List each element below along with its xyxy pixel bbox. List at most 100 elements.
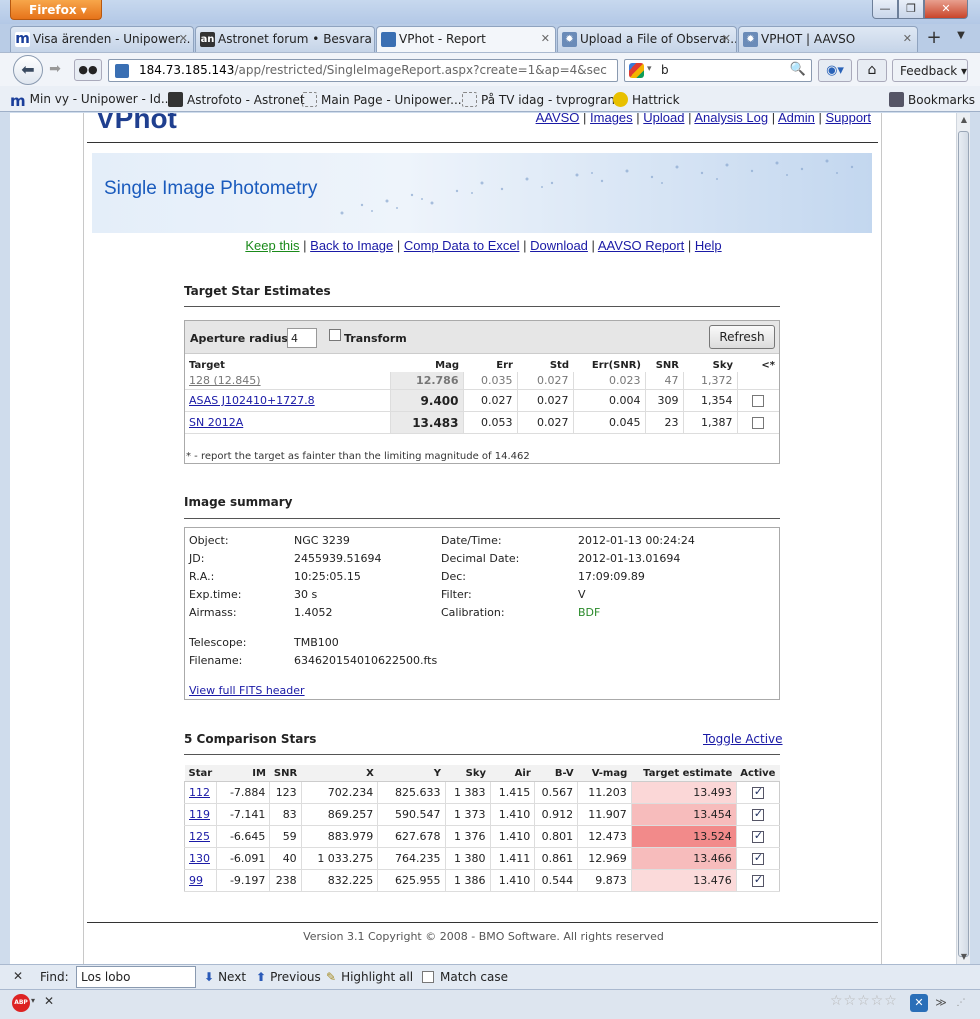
refresh-button[interactable]: Refresh (709, 325, 775, 349)
help-link[interactable]: Help (695, 238, 722, 253)
b-v-value: 0.567 (534, 781, 579, 804)
google-icon[interactable] (629, 63, 644, 78)
navigation-toolbar: ⬅ ➡ ●● 184.73.185.143/app/restricted/Sin… (0, 52, 980, 86)
search-input[interactable]: ▾ b 🔍 (624, 59, 812, 82)
tab-upload-observations[interactable]: ✹ Upload a File of Observa... ✕ (557, 26, 737, 52)
transform-checkbox[interactable] (329, 329, 341, 341)
scroll-up-arrow-icon[interactable]: ▲ (957, 113, 971, 127)
close-tab-icon[interactable]: ✕ (722, 32, 731, 45)
comp-star-link[interactable]: 112 (189, 786, 210, 799)
addon-button[interactable]: ◉▾ (818, 59, 852, 82)
view-fits-header-link[interactable]: View full FITS header (189, 684, 305, 697)
nav-upload[interactable]: Upload (643, 113, 684, 125)
table-header-row: Target Mag Err Std Err(SNR) SNR Sky <* (185, 357, 779, 372)
page-icon (462, 92, 477, 107)
rating-stars-icon[interactable]: ☆☆☆☆☆ (830, 993, 898, 1009)
target-link[interactable]: ASAS J102410+1727.8 (189, 394, 315, 407)
highlight-all-button[interactable]: ✎ Highlight all (326, 970, 413, 984)
back-button[interactable]: ⬅ (13, 55, 43, 85)
firefox-menu-button[interactable]: Firefox ▾ (10, 0, 102, 20)
close-findbar-icon[interactable]: ✕ (13, 969, 23, 983)
scroll-down-arrow-icon[interactable]: ▼ (957, 950, 971, 964)
aperture-radius-input[interactable]: 4 (287, 328, 317, 348)
url-bar[interactable]: 184.73.185.143/app/restricted/SingleImag… (108, 59, 618, 82)
bookmark-min-vy[interactable]: m Min vy - Unipower - Id... (10, 92, 172, 110)
bookmark-hattrick[interactable]: Hattrick (613, 92, 680, 107)
new-tab-button[interactable]: + (921, 28, 947, 50)
im-value: -7.884 (216, 781, 271, 804)
nav-support[interactable]: Support (825, 113, 871, 125)
nav-aavso[interactable]: AAVSO (536, 113, 580, 125)
toggle-active-link[interactable]: Toggle Active (703, 732, 783, 746)
tab-astronet[interactable]: an Astronet forum • Besvara (195, 26, 375, 52)
comp-data-excel-link[interactable]: Comp Data to Excel (404, 238, 520, 253)
fainter-checkbox[interactable] (752, 395, 765, 407)
tab-list-chevron-down-icon[interactable]: ▼ (951, 30, 971, 50)
adblock-chevron-icon[interactable]: ▾ (31, 996, 35, 1005)
active-checkbox[interactable] (751, 785, 764, 799)
air-value: 1.411 (490, 847, 536, 870)
addon-x-icon[interactable]: ✕ (910, 994, 928, 1012)
close-window-button[interactable]: ✕ (924, 0, 968, 19)
active-checkbox[interactable] (751, 829, 764, 843)
close-addon-bar-icon[interactable]: ✕ (44, 994, 54, 1008)
nav-images[interactable]: Images (590, 113, 633, 125)
table-row: 119 -7.141 83 869.257 590.547 1 373 1.41… (184, 803, 781, 826)
page-scrollbar[interactable]: ▲ ▼ (956, 113, 970, 964)
col-err-snr: Err(SNR) (591, 360, 641, 371)
match-case-checkbox[interactable]: Match case (422, 970, 508, 984)
bookmark-pa-tv-idag[interactable]: På TV idag - tvprogram (462, 92, 619, 107)
tab-unipower[interactable]: m Visa ärenden - Unipower... ✕ (10, 26, 194, 52)
find-input[interactable]: Los lobo (76, 966, 196, 988)
snr-value: 40 (269, 847, 302, 870)
adblock-plus-icon[interactable]: ABP (12, 994, 30, 1012)
active-checkbox[interactable] (751, 807, 764, 821)
back-to-image-link[interactable]: Back to Image (310, 238, 393, 253)
resize-grip-icon[interactable]: ⋰ (952, 994, 970, 1012)
search-engine-chevron-icon[interactable]: ▾ (647, 64, 652, 74)
feedback-button[interactable]: Feedback ▾ (892, 59, 968, 82)
keep-this-link[interactable]: Keep this (245, 238, 299, 253)
nav-analysis-log[interactable]: Analysis Log (694, 113, 768, 125)
astronet-icon: an (200, 32, 215, 47)
telescope-value: TMB100 (294, 636, 339, 649)
comp-star-link[interactable]: 99 (189, 874, 203, 887)
search-icon[interactable]: 🔍 (790, 62, 806, 77)
comp-star-link[interactable]: 130 (189, 852, 210, 865)
home-button[interactable]: ⌂ (857, 59, 887, 82)
active-checkbox[interactable] (751, 873, 764, 887)
ra-value: 10:25:05.15 (294, 570, 361, 583)
site-identity-button[interactable]: ●● (74, 59, 102, 81)
close-tab-icon[interactable]: ✕ (541, 32, 550, 45)
tab-vphot-aavso[interactable]: ✹ VPHOT | AAVSO ✕ (738, 26, 918, 52)
airmass-label: Airmass: (189, 606, 237, 619)
target-link[interactable]: 128 (12.845) (189, 374, 261, 387)
download-link[interactable]: Download (530, 238, 588, 253)
bookmark-main-page[interactable]: Main Page - Unipower... (302, 92, 462, 107)
find-next-button[interactable]: ⬇ Next (204, 970, 246, 984)
target-link[interactable]: SN 2012A (189, 416, 243, 429)
comp-star-link[interactable]: 125 (189, 830, 210, 843)
top-navigation: AAVSO | Images | Upload | Analysis Log |… (536, 113, 871, 125)
target-estimate-value: 13.476 (631, 869, 737, 892)
bookmark-astrofoto[interactable]: Astrofoto - Astronet (168, 92, 305, 107)
datetime-label: Date/Time: (441, 534, 502, 547)
forward-button[interactable]: ➡ (44, 61, 66, 81)
addon-menu-icon[interactable]: ≫ (932, 994, 950, 1012)
scrollbar-thumb[interactable] (958, 131, 969, 957)
tab-vphot-report[interactable]: VPhot - Report ✕ (376, 26, 556, 53)
x-value: 1 033.275 (301, 847, 379, 870)
bookmarks-menu[interactable]: Bookmarks (889, 92, 975, 107)
find-previous-button[interactable]: ⬆ Previous (256, 970, 321, 984)
comp-star-link[interactable]: 119 (189, 808, 210, 821)
minimize-button[interactable]: — (872, 0, 898, 19)
nav-admin[interactable]: Admin (778, 113, 815, 125)
close-tab-icon[interactable]: ✕ (903, 32, 912, 45)
aavso-report-link[interactable]: AAVSO Report (598, 238, 684, 253)
b-v-value: 0.912 (534, 803, 579, 826)
fainter-checkbox[interactable] (752, 417, 765, 429)
maximize-button[interactable]: ❐ (898, 0, 924, 19)
aavso-icon: ✹ (562, 32, 577, 47)
close-tab-icon[interactable]: ✕ (179, 32, 188, 45)
active-checkbox[interactable] (751, 851, 764, 865)
